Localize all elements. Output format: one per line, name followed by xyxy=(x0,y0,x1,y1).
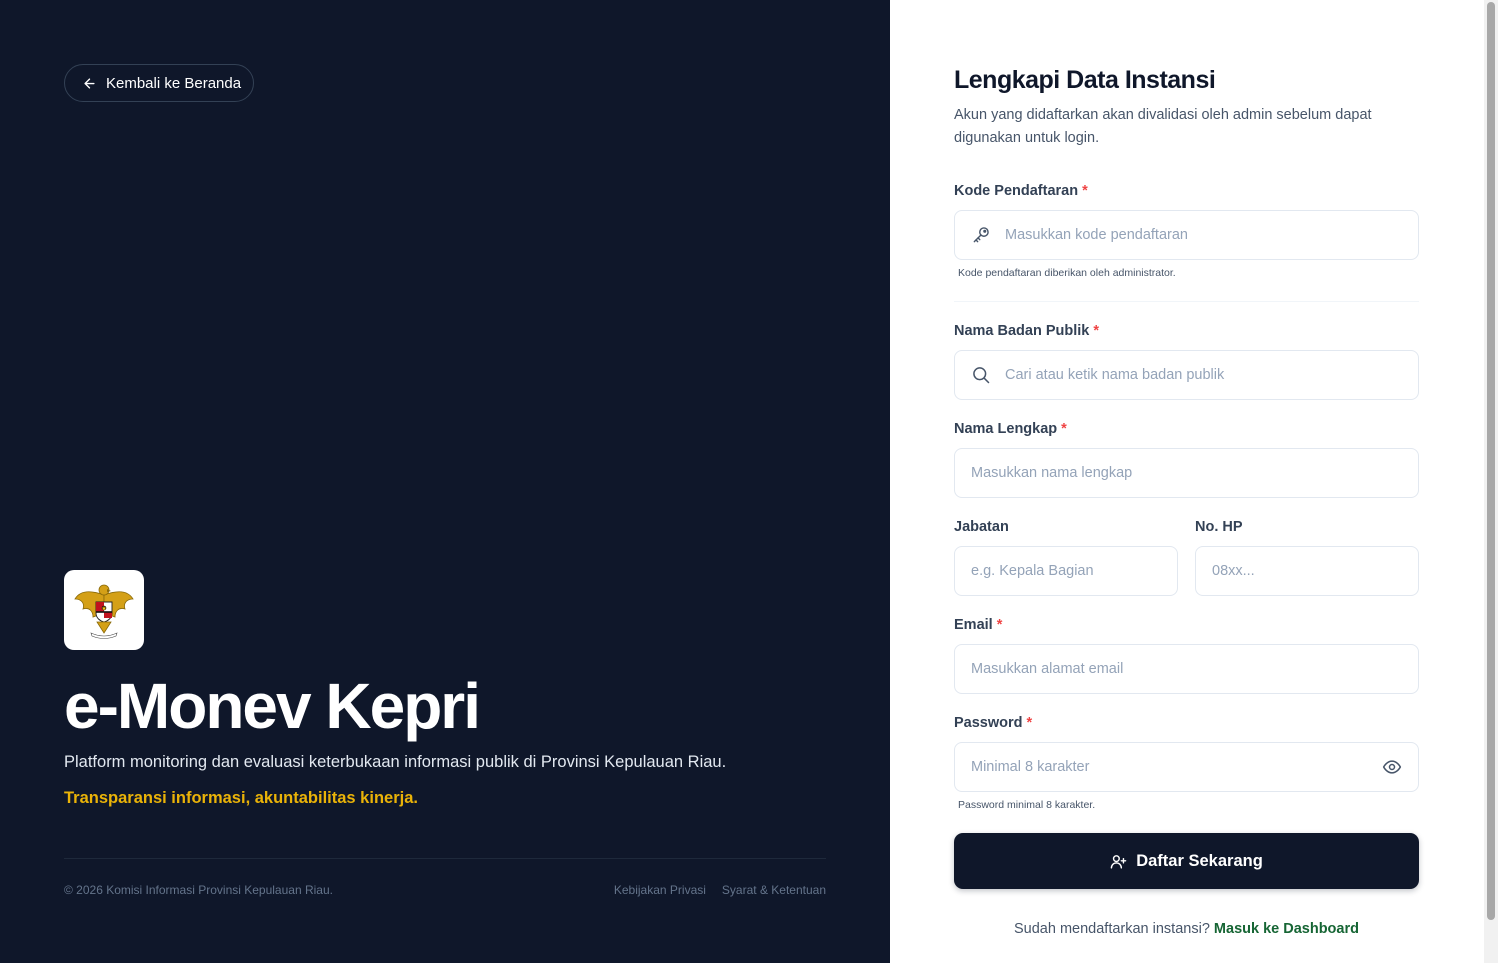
password-hint: Password minimal 8 karakter. xyxy=(958,799,1096,811)
login-dashboard-link[interactable]: Masuk ke Dashboard xyxy=(1214,921,1359,937)
scrollbar[interactable] xyxy=(1484,0,1498,963)
email-label: Email * xyxy=(954,617,1002,633)
eye-icon[interactable] xyxy=(1382,757,1402,777)
user-plus-icon xyxy=(1110,854,1127,869)
footer-links: Kebijakan Privasi Syarat & Ketentuan xyxy=(614,883,826,897)
badan-publik-label: Nama Badan Publik * xyxy=(954,323,1099,339)
badan-publik-label-text: Nama Badan Publik xyxy=(954,323,1090,339)
footer-copyright: © 2026 Komisi Informasi Provinsi Kepulau… xyxy=(64,883,333,897)
brand-tagline: Transparansi informasi, akuntabilitas ki… xyxy=(64,789,418,807)
login-prompt: Sudah mendaftarkan instansi? xyxy=(1014,921,1210,937)
no-hp-field[interactable] xyxy=(1195,546,1419,596)
required-mark: * xyxy=(1093,323,1100,339)
password-label-text: Password xyxy=(954,715,1023,731)
registration-panel: Lengkapi Data Instansi Akun yang didafta… xyxy=(890,0,1484,963)
nama-lengkap-input[interactable] xyxy=(955,449,1418,497)
jabatan-input[interactable] xyxy=(955,547,1177,595)
kode-label: Kode Pendaftaran * xyxy=(954,183,1088,199)
arrow-left-icon xyxy=(84,77,95,89)
footer-divider xyxy=(64,858,826,859)
scrollbar-thumb[interactable] xyxy=(1487,2,1495,920)
password-input[interactable] xyxy=(955,743,1382,791)
nama-lengkap-field[interactable] xyxy=(954,448,1419,498)
required-mark: * xyxy=(1061,421,1067,437)
key-icon xyxy=(973,227,989,243)
required-mark: * xyxy=(1026,715,1033,731)
form-subtitle: Akun yang didaftarkan akan divalidasi ol… xyxy=(954,107,1372,146)
nama-lengkap-label-text: Nama Lengkap xyxy=(954,421,1058,437)
brand-title: e-Monev Kepri xyxy=(64,670,481,742)
kode-hint: Kode pendaftaran diberikan oleh administ… xyxy=(958,267,1176,279)
required-mark: * xyxy=(1082,183,1088,199)
logo xyxy=(64,570,144,650)
badan-publik-input[interactable] xyxy=(1005,351,1418,399)
kode-field[interactable] xyxy=(954,210,1419,260)
jabatan-field[interactable] xyxy=(954,546,1178,596)
kode-label-text: Kode Pendaftaran xyxy=(954,183,1079,199)
nama-lengkap-label: Nama Lengkap * xyxy=(954,421,1067,437)
garuda-emblem-logo xyxy=(74,584,134,639)
brand-panel: Kembali ke Beranda e-Monev Kepri Platfor… xyxy=(0,0,890,963)
register-button[interactable]: Daftar Sekarang xyxy=(954,833,1419,889)
password-field[interactable] xyxy=(954,742,1419,792)
register-button-label: Daftar Sekarang xyxy=(1136,851,1263,870)
badan-publik-field[interactable] xyxy=(954,350,1419,400)
no-hp-input[interactable] xyxy=(1196,547,1418,595)
back-to-home-button[interactable]: Kembali ke Beranda xyxy=(64,64,254,102)
email-label-text: Email xyxy=(954,617,993,633)
password-label: Password * xyxy=(954,715,1032,731)
no-hp-label-text: No. HP xyxy=(1195,519,1243,535)
section-divider xyxy=(954,301,1419,302)
no-hp-label: No. HP xyxy=(1195,519,1243,535)
login-prompt-line: Sudah mendaftarkan instansi? Masuk ke Da… xyxy=(954,921,1419,937)
terms-link[interactable]: Syarat & Ketentuan xyxy=(722,883,826,897)
email-field[interactable] xyxy=(954,644,1419,694)
jabatan-label: Jabatan xyxy=(954,519,1009,535)
search-icon xyxy=(973,367,990,384)
privacy-policy-link[interactable]: Kebijakan Privasi xyxy=(614,883,706,897)
required-mark: * xyxy=(996,617,1003,633)
jabatan-label-text: Jabatan xyxy=(954,519,1009,535)
back-button-label: Kembali ke Beranda xyxy=(106,74,242,92)
form-title: Lengkapi Data Instansi xyxy=(954,66,1216,94)
brand-description: Platform monitoring dan evaluasi keterbu… xyxy=(64,753,727,771)
kode-input[interactable] xyxy=(1005,211,1418,259)
email-input[interactable] xyxy=(955,645,1418,693)
